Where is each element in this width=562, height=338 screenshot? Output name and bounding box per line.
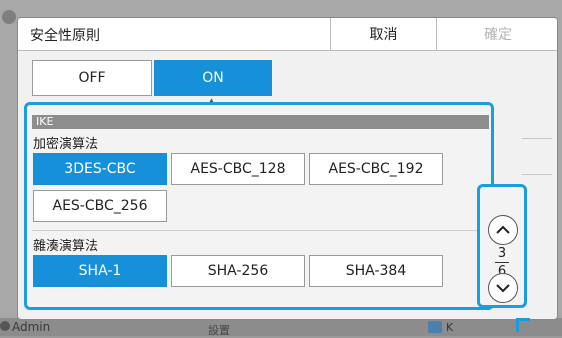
enc-option-3des-cbc[interactable]: 3DES-CBC: [33, 153, 167, 185]
dialog-title: 安全性原則: [30, 28, 100, 44]
cancel-button[interactable]: 取消: [330, 18, 436, 50]
gear-icon: [2, 10, 16, 24]
hash-option-sha-384[interactable]: SHA-384: [309, 255, 443, 287]
page-scroller: 3 6: [477, 184, 527, 308]
ok-button[interactable]: 確定: [436, 18, 557, 50]
hash-algorithm-label: 雜湊演算法: [33, 239, 99, 254]
enc-option-aes-cbc-128[interactable]: AES-CBC_128: [171, 153, 305, 185]
background-status-bar: [0, 318, 562, 336]
page-current: 3: [497, 246, 507, 261]
toggle-on-button[interactable]: ON: [154, 60, 272, 96]
enc-option-aes-cbc-256[interactable]: AES-CBC_256: [33, 190, 167, 222]
admin-label: Admin: [12, 320, 51, 334]
enc-option-aes-cbc-192[interactable]: AES-CBC_192: [309, 153, 443, 185]
hash-option-sha-1[interactable]: SHA-1: [33, 255, 167, 287]
ike-settings-panel: IKE 加密演算法 3DES-CBC AES-CBC_128 AES-CBC_1…: [24, 102, 494, 310]
status-icon: [428, 321, 442, 333]
toggle-off-button[interactable]: OFF: [32, 60, 152, 96]
chevron-down-icon[interactable]: [488, 273, 518, 303]
hash-option-sha-256[interactable]: SHA-256: [171, 255, 305, 287]
focus-corner: [516, 318, 530, 332]
status-label: K: [446, 321, 454, 334]
encryption-algorithm-label: 加密演算法: [33, 137, 99, 152]
ike-section-label: IKE: [36, 115, 54, 128]
chevron-up-icon[interactable]: [488, 215, 518, 245]
page-fraction-line: [495, 262, 509, 263]
section-divider: [32, 230, 489, 231]
ike-section-header: IKE: [32, 115, 489, 129]
user-icon: [0, 321, 10, 331]
dialog-header: 安全性原則 取消 確定: [18, 18, 557, 51]
